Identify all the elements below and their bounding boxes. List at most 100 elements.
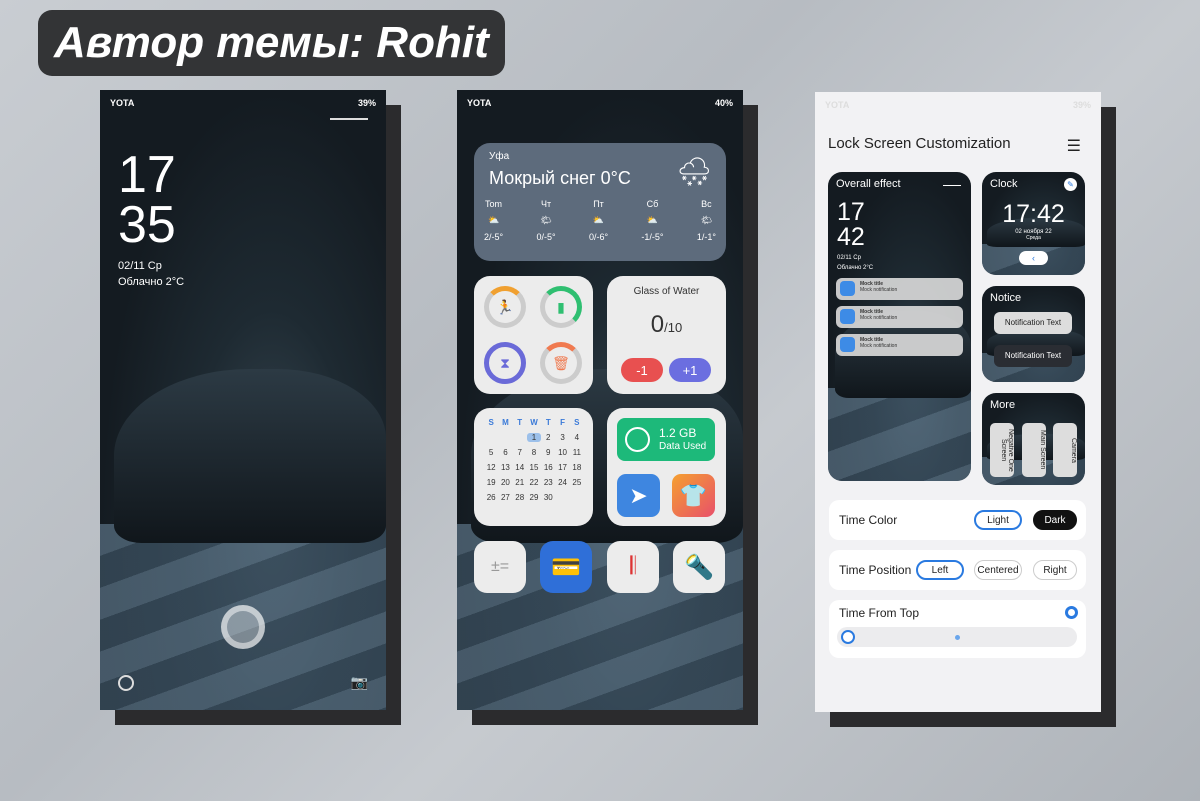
flashlight-icon[interactable]: 🔦 — [673, 541, 725, 593]
calendar-day[interactable]: 28 — [513, 493, 527, 502]
calendar-widget[interactable]: S M T W T F S 1 2 3 4 5 6 7 8 9 10 11 12 13 14 15 16 17 18 19 20 21… — [474, 408, 593, 526]
activity-widget[interactable]: 🏃 ▮ ⧗ 🗑 — [474, 276, 593, 394]
calendar-day — [513, 433, 527, 442]
water-total: /10 — [664, 320, 683, 335]
battery: 39% — [1072, 100, 1091, 110]
carrier: YOTA — [825, 100, 850, 110]
calculator-icon[interactable]: ±= — [474, 541, 526, 593]
steps-icon: 🏃 — [484, 286, 526, 328]
notice-card[interactable]: Notice Notification Text Notification Te… — [982, 286, 1085, 382]
settings-sliders-icon[interactable]: ☰ — [1067, 136, 1081, 156]
calendar-day[interactable]: 2 — [541, 433, 555, 442]
calendar-day[interactable]: 7 — [513, 448, 527, 457]
calendar-day[interactable]: 22 — [527, 478, 541, 487]
calendar-day[interactable]: 18 — [570, 463, 584, 472]
row-label: Time From Top — [839, 606, 920, 620]
calendar-day[interactable]: 30 — [541, 493, 555, 502]
calendar-day[interactable]: 4 — [570, 433, 584, 442]
calendar-day[interactable]: 15 — [527, 463, 541, 472]
calendar-day[interactable]: 24 — [555, 478, 569, 487]
overall-effect-card[interactable]: Overall effect 17 42 02/11 Ср Облачно 2°C… — [828, 172, 971, 481]
calendar-day[interactable]: 25 — [570, 478, 584, 487]
clock-style-button[interactable]: ‹ — [1019, 251, 1048, 265]
theme-author-banner: Автор темы: Rohit — [38, 10, 505, 76]
camera-icon[interactable]: 📷 — [351, 674, 368, 691]
option-right[interactable]: Right — [1033, 560, 1077, 580]
calendar-day[interactable]: 23 — [541, 478, 555, 487]
themes-icon[interactable]: 👕 — [672, 474, 715, 517]
weather: Облачно 2°C — [837, 265, 874, 271]
time-position-row: Time Position Left Centered Right — [829, 550, 1086, 590]
row-label: Time Color — [839, 513, 898, 527]
card-label: Notice — [990, 292, 1022, 304]
clock-card[interactable]: Clock ✎ 17:42 02 ноября 22 Среда ‹ — [982, 172, 1085, 275]
customization-screen: YOTA 39% Lock Screen Customization ☰ Over… — [815, 92, 1101, 712]
calendar-day[interactable]: 9 — [541, 448, 555, 457]
option-centered[interactable]: Centered — [974, 560, 1022, 580]
calendar-day[interactable]: 27 — [498, 493, 512, 502]
sun-icon: 🌤 — [700, 215, 713, 225]
partly-cloudy-icon: ⛅ — [646, 215, 659, 225]
weekday-header: M — [502, 418, 509, 427]
weather-widget[interactable]: Уфа Мокрый снег 0°C 🌨 Tom ⛅ 2/-5° Чт 🌤 0/-5°… — [474, 143, 726, 261]
notice-option-light[interactable]: Notification Text — [994, 312, 1072, 334]
calendar-day[interactable]: 5 — [484, 448, 498, 457]
option-dark[interactable]: Dark — [1033, 510, 1077, 530]
weekday-header: F — [560, 418, 565, 427]
more-card[interactable]: More Negative One Screen Main Screen Cam… — [982, 393, 1085, 485]
option-light[interactable]: Light — [974, 510, 1022, 530]
reset-icon[interactable] — [1065, 606, 1078, 619]
data-label: Data Used — [659, 441, 707, 452]
water-widget[interactable]: Glass of Water 0/10 -1 +1 — [607, 276, 726, 394]
clock-hour: 17 — [837, 198, 865, 226]
calendar-day[interactable]: 1 — [526, 433, 542, 442]
page-title: Lock Screen Customization — [828, 135, 1011, 152]
more-option[interactable]: Negative One Screen — [990, 423, 1014, 477]
forecast-day: Пт ⛅ 0/-6° — [588, 199, 609, 242]
card-label: Overall effect — [836, 178, 901, 190]
recorder-icon[interactable]: 𝄃 — [607, 541, 659, 593]
telegram-icon[interactable]: ➤ — [617, 474, 660, 517]
mock-notification: Mock title Mock notification — [836, 334, 963, 356]
more-option[interactable]: Main Screen — [1022, 423, 1046, 477]
clock-time: 17:42 — [1002, 200, 1065, 228]
calendar-day[interactable]: 3 — [555, 433, 569, 442]
calendar-day[interactable]: 6 — [498, 448, 512, 457]
time-from-top-row: Time From Top — [829, 600, 1086, 658]
hourglass-icon: ⧗ — [484, 342, 526, 384]
weekday-header: T — [545, 418, 551, 427]
clock-weekday: Среда — [1026, 235, 1041, 241]
clock-minute: 35 — [118, 196, 176, 254]
calendar-day[interactable]: 16 — [541, 463, 555, 472]
water-title: Glass of Water — [633, 286, 700, 297]
notice-option-dark[interactable]: Notification Text — [994, 345, 1072, 367]
water-count: 0 — [650, 311, 665, 338]
calendar-day[interactable]: 12 — [484, 463, 498, 472]
calendar-day[interactable]: 26 — [484, 493, 498, 502]
minus-button[interactable]: -1 — [621, 358, 663, 382]
calendar-day[interactable]: 17 — [555, 463, 569, 472]
mock-notification: Mock title Mock notification — [836, 278, 963, 300]
calendar-day[interactable]: 13 — [498, 463, 512, 472]
more-option[interactable]: Camera — [1053, 423, 1077, 477]
assistant-icon[interactable] — [118, 675, 134, 691]
wallet-icon[interactable]: 💳 — [540, 541, 592, 593]
time-from-top-slider[interactable] — [837, 627, 1077, 647]
carrier: YOTA — [110, 98, 135, 108]
forecast-day: Tom ⛅ 2/-5° — [484, 199, 504, 242]
tools-widget: 1.2 GB Data Used ➤ 👕 — [607, 408, 726, 526]
calendar-day[interactable]: 14 — [513, 463, 527, 472]
calendar-day[interactable]: 11 — [570, 448, 584, 457]
calendar-day[interactable]: 20 — [498, 478, 512, 487]
calendar-day[interactable]: 21 — [513, 478, 527, 487]
weather: Облачно 2°C — [118, 276, 185, 288]
data-usage-button[interactable]: 1.2 GB Data Used — [617, 418, 715, 461]
option-left[interactable]: Left — [916, 560, 964, 580]
calendar-day[interactable]: 8 — [527, 448, 541, 457]
calendar-day[interactable]: 29 — [527, 493, 541, 502]
calendar-day[interactable]: 10 — [555, 448, 569, 457]
plus-button[interactable]: +1 — [669, 358, 711, 382]
unlock-button[interactable] — [221, 605, 265, 649]
calendar-day[interactable]: 19 — [484, 478, 498, 487]
edit-icon[interactable]: ✎ — [1064, 178, 1077, 191]
